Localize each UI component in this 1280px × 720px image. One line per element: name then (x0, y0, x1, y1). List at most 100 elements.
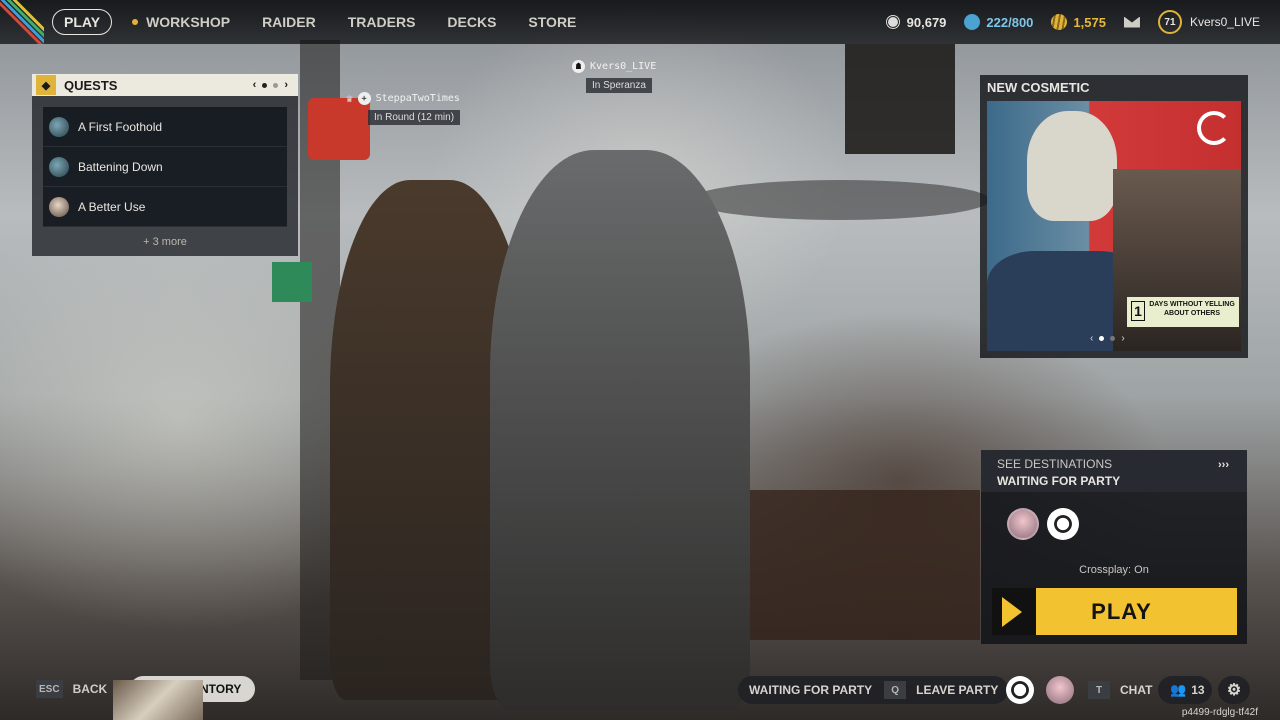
quest-giver-avatar (49, 156, 69, 177)
party-member-avatar[interactable] (1047, 508, 1079, 540)
pager-dot (273, 82, 279, 88)
new-cosmetic-panel[interactable]: NEW COSMETIC 1 DAYS WITHOUT YELLING ABOU… (980, 75, 1248, 358)
waiting-for-party-label: WAITING FOR PARTY (749, 683, 873, 697)
tokens-value: 1,575 (1073, 14, 1106, 30)
quests-title: QUESTS (64, 77, 118, 93)
nav-store-tab[interactable]: STORE (528, 14, 576, 30)
friends-button[interactable]: 👥 13 (1158, 676, 1212, 704)
player-level-badge: 71 (1157, 10, 1182, 34)
cosmetic-carousel-dots: ‹ › (1090, 333, 1125, 344)
party-member-icon[interactable] (1006, 676, 1034, 704)
see-destinations-label: SEE DESTINATIONS (997, 457, 1113, 471)
cosmetic-preview-image: 1 DAYS WITHOUT YELLING ABOUT OTHERS (987, 101, 1241, 351)
quests-panel: ◆ QUESTS ‹ › A First Foothold Battening … (32, 74, 298, 256)
self-player-status: In Speranza (586, 78, 652, 93)
party-panel: SEE DESTINATIONS WAITING FOR PARTY ››› C… (981, 450, 1247, 644)
scene-exit-sign (272, 262, 312, 302)
quests-pager: ‹ › (253, 79, 288, 91)
esc-key-hint: ESC (36, 680, 63, 698)
play-button-label: PLAY (1091, 598, 1152, 624)
gear-icon: ⚙ (1226, 682, 1242, 699)
friend-player-status: In Round (12 min) (368, 110, 461, 125)
main-nav: PLAY WORKSHOP RAIDER TRADERS DECKS STORE (52, 9, 608, 35)
scene-arrow-sign (845, 44, 955, 154)
quest-label: A Better Use (78, 199, 146, 214)
webcam-dog-overlay (113, 680, 203, 720)
profile-username[interactable]: Kvers0_LIVE (1190, 15, 1260, 29)
friend-player-tag: ♛ + SteppaTwoTimes In Round (12 min) (346, 92, 461, 125)
coins-value: 90,679 (906, 14, 947, 30)
coins-counter[interactable]: 90,679 (884, 14, 947, 30)
carousel-next-icon[interactable]: › (1121, 333, 1124, 344)
carousel-dot (1099, 336, 1105, 341)
mail-button[interactable] (1123, 16, 1140, 28)
quest-item[interactable]: Battening Down (43, 147, 287, 187)
quest-diamond-icon: ◆ (36, 75, 56, 95)
chat-label: CHAT (1120, 683, 1153, 697)
back-button[interactable]: ESC BACK (36, 680, 107, 698)
nav-workshop-label: WORKSHOP (146, 14, 231, 30)
party-status-label: WAITING FOR PARTY (997, 474, 1121, 488)
carousel-prev-icon[interactable]: ‹ (1090, 333, 1093, 344)
cred-value: 222/800 (986, 14, 1034, 30)
quest-item[interactable]: A Better Use (43, 187, 287, 227)
nav-workshop-tab[interactable]: WORKSHOP (132, 14, 230, 30)
sticker-counter: 1 (1131, 301, 1145, 321)
streamer-webcam-overlay: 1 DAYS WITHOUT YELLING ABOUT OTHERS (1113, 169, 1241, 351)
quest-label: Battening Down (78, 159, 163, 174)
play-chevron-icon (992, 588, 1036, 635)
nav-play-tab[interactable]: PLAY (52, 9, 113, 35)
quests-header: ◆ QUESTS ‹ › (32, 74, 298, 96)
settings-button[interactable]: ⚙ (1218, 676, 1250, 704)
leave-party-label: LEAVE PARTY (916, 683, 999, 697)
self-player-tag: ☗ Kvers0_LIVE In Speranza (572, 60, 656, 93)
new-cosmetic-title: NEW COSMETIC (987, 80, 1090, 95)
carousel-dot (1110, 336, 1116, 341)
t-key-hint: T (1088, 681, 1110, 699)
party-member-avatar[interactable] (1007, 508, 1039, 540)
brand-stripes (0, 0, 44, 44)
webcam-sticker: 1 DAYS WITHOUT YELLING ABOUT OTHERS (1127, 297, 1239, 327)
crown-icon: ♛ (346, 92, 353, 105)
cred-icon (964, 14, 981, 30)
friend-player-name: SteppaTwoTimes (375, 93, 460, 104)
coin-icon (884, 14, 901, 30)
cred-counter[interactable]: 222/800 (964, 14, 1033, 30)
sticker-text: DAYS WITHOUT YELLING ABOUT OTHERS (1149, 301, 1235, 317)
mail-icon (1123, 16, 1140, 28)
nav-traders-tab[interactable]: TRADERS (348, 14, 416, 30)
quest-label: A First Foothold (78, 119, 163, 134)
party-member-icon[interactable] (1046, 676, 1074, 704)
back-label: BACK (72, 682, 108, 696)
pager-dot (262, 82, 268, 88)
party-members (981, 492, 1247, 540)
nav-decks-tab[interactable]: DECKS (447, 14, 496, 30)
chat-button[interactable]: T CHAT (1082, 676, 1154, 704)
bottom-bar: ESC BACK NTORY WAITING FOR PARTY Q LEAVE… (0, 668, 1280, 720)
friends-count: 13 (1191, 683, 1205, 697)
pager-prev-icon[interactable]: ‹ (253, 79, 257, 91)
scene-bar-counter (740, 490, 980, 640)
tokens-counter[interactable]: 1,575 (1051, 14, 1106, 30)
self-player-name: Kvers0_LIVE (590, 61, 657, 72)
play-button[interactable]: PLAY (992, 588, 1237, 635)
arc-logo-icon (1197, 111, 1231, 145)
top-nav-bar: PLAY WORKSHOP RAIDER TRADERS DECKS STORE… (0, 0, 1280, 44)
leave-party-button[interactable]: Q LEAVE PARTY (884, 681, 998, 699)
quest-item[interactable]: A First Foothold (43, 107, 287, 147)
see-destinations-button[interactable]: SEE DESTINATIONS WAITING FOR PARTY ››› (981, 450, 1247, 492)
quest-giver-avatar (49, 196, 69, 217)
quests-more-link[interactable]: + 3 more (32, 236, 298, 248)
nav-raider-tab[interactable]: RAIDER (262, 14, 316, 30)
token-icon (1051, 14, 1068, 30)
raider-icon: ☗ (572, 60, 585, 73)
quest-list: A First Foothold Battening Down A Better… (32, 96, 298, 227)
fast-forward-icon: ››› (1218, 459, 1229, 471)
party-status-bar: WAITING FOR PARTY Q LEAVE PARTY (738, 676, 1008, 704)
inventory-label: NTORY (200, 682, 242, 696)
friends-icon: 👥 (1170, 682, 1187, 697)
pager-next-icon[interactable]: › (284, 79, 288, 91)
currency-bar: 90,679 222/800 1,575 71 Kvers0_LIVE (884, 0, 1280, 44)
character-masked (490, 150, 750, 710)
add-friend-icon[interactable]: + (357, 92, 371, 105)
